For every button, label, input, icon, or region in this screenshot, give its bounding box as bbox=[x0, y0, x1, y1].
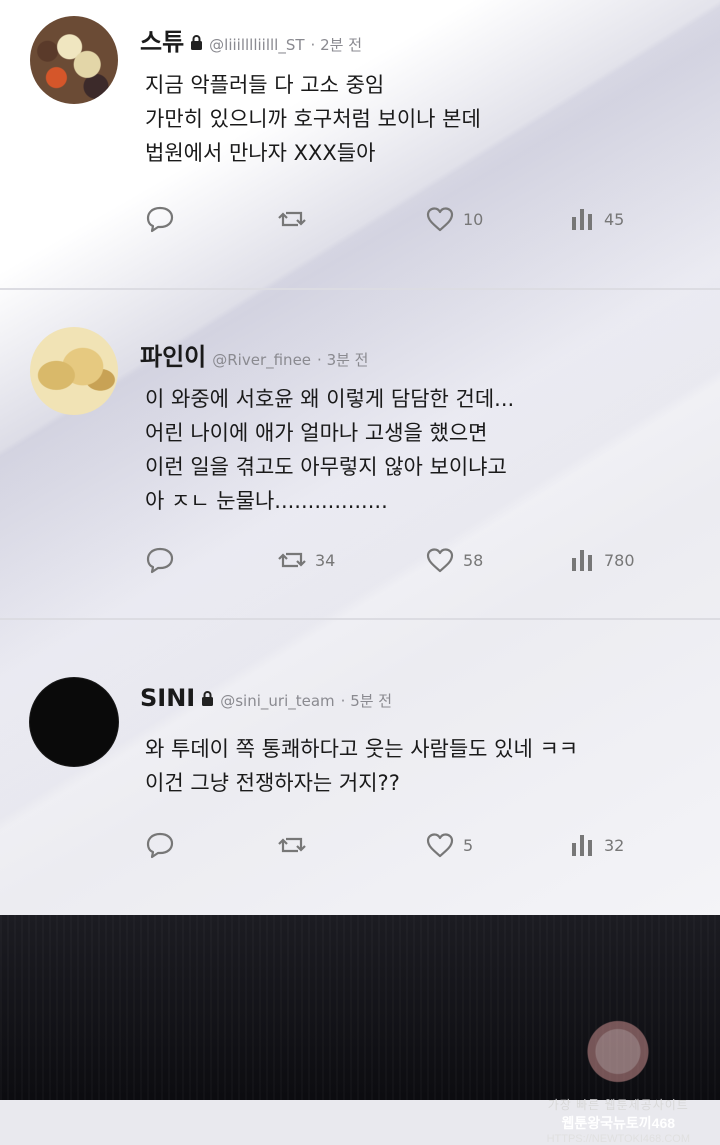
tweet-text: 지금 악플러들 다 고소 중임 가만히 있으니까 호구처럼 보이나 본데 법원에… bbox=[145, 68, 481, 170]
retweet-count: 34 bbox=[315, 550, 336, 570]
retweet-icon bbox=[277, 205, 307, 233]
views-count: 45 bbox=[604, 209, 625, 229]
tweet-header: SINI @sini_uri_team · 5분 전 bbox=[140, 684, 392, 712]
lock-icon bbox=[201, 691, 214, 710]
views-icon bbox=[570, 205, 596, 233]
timestamp: · 2분 전 bbox=[310, 36, 362, 54]
avatar[interactable] bbox=[30, 327, 118, 415]
tweet-3[interactable]: SINI @sini_uri_team · 5분 전 와 투데이 쪽 통쾌하다고… bbox=[0, 620, 720, 915]
timestamp: · 3분 전 bbox=[317, 351, 369, 369]
heart-icon bbox=[425, 546, 455, 574]
views-button[interactable]: 45 bbox=[570, 205, 624, 233]
tweet-header: 파인이 @River_finee · 3분 전 bbox=[140, 337, 368, 372]
retweet-icon bbox=[277, 831, 307, 859]
views-button[interactable]: 32 bbox=[570, 831, 624, 859]
like-button[interactable]: 10 bbox=[425, 205, 483, 233]
watermark-line: 웹툰왕국뉴토끼468 bbox=[561, 1115, 676, 1131]
tweet-1[interactable]: 스튜 @liiilllliilll_ST · 2분 전 지금 악플러들 다 고소… bbox=[0, 0, 720, 288]
mascot-logo bbox=[583, 1020, 654, 1090]
views-icon bbox=[570, 831, 596, 859]
retweet-button[interactable]: 34 bbox=[277, 546, 335, 574]
watermark-url: HTTPS://NEWTOKI468.COM bbox=[546, 1133, 690, 1145]
tweet-line: 가만히 있으니까 호구처럼 보이나 본데 bbox=[145, 107, 481, 131]
tweet-line: 이런 일을 겪고도 아무렇지 않아 보이냐고 bbox=[145, 455, 507, 479]
like-count: 10 bbox=[463, 209, 484, 229]
tweet-line: 법원에서 만나자 XXX들아 bbox=[145, 141, 376, 165]
tweet-line: 지금 악플러들 다 고소 중임 bbox=[145, 73, 385, 97]
display-name[interactable]: SINI bbox=[140, 684, 195, 712]
like-count: 5 bbox=[463, 835, 474, 855]
tweet-line: 와 투데이 쪽 통쾌하다고 웃는 사람들도 있네 ㅋㅋ bbox=[145, 737, 579, 761]
timestamp: · 5분 전 bbox=[340, 692, 393, 710]
reply-button[interactable] bbox=[145, 205, 175, 233]
heart-icon bbox=[425, 205, 455, 233]
like-button[interactable]: 5 bbox=[425, 831, 473, 859]
tweet-text: 이 와중에 서호윤 왜 이렇게 담담한 건데... 어린 나이에 애가 얼마나 … bbox=[145, 382, 514, 518]
tweet-line: 이건 그냥 전쟁하자는 거지?? bbox=[145, 771, 400, 795]
reply-button[interactable] bbox=[145, 831, 175, 859]
avatar[interactable] bbox=[30, 678, 118, 766]
heart-icon bbox=[425, 831, 455, 859]
tweet-line: 어린 나이에 애가 얼마나 고생을 했으면 bbox=[145, 421, 488, 445]
display-name[interactable]: 스튜 bbox=[140, 22, 184, 57]
reply-button[interactable] bbox=[145, 546, 175, 574]
like-count: 58 bbox=[463, 550, 484, 570]
reply-icon bbox=[145, 546, 175, 574]
lock-icon bbox=[190, 35, 203, 54]
tweet-text: 와 투데이 쪽 통쾌하다고 웃는 사람들도 있네 ㅋㅋ 이건 그냥 전쟁하자는 … bbox=[145, 732, 578, 800]
avatar[interactable] bbox=[30, 16, 118, 104]
handle[interactable]: @liiilllliilll_ST bbox=[209, 36, 304, 54]
tweet-line: 아 ㅈㄴ 눈물나................. bbox=[145, 489, 388, 513]
tweet-2[interactable]: 파인이 @River_finee · 3분 전 이 와중에 서호윤 왜 이렇게 … bbox=[0, 290, 720, 618]
retweet-icon bbox=[277, 546, 307, 574]
handle[interactable]: @sini_uri_team bbox=[220, 692, 334, 710]
views-count: 32 bbox=[604, 835, 625, 855]
watermark-line: 가장 빠른 웹툰제공사이트 bbox=[547, 1098, 689, 1112]
reply-icon bbox=[145, 205, 175, 233]
retweet-button[interactable] bbox=[277, 205, 315, 233]
like-button[interactable]: 58 bbox=[425, 546, 483, 574]
tweet-line: 이 와중에 서호윤 왜 이렇게 담담한 건데... bbox=[145, 387, 515, 411]
views-button[interactable]: 780 bbox=[570, 546, 635, 574]
retweet-button[interactable] bbox=[277, 831, 315, 859]
action-bar: 5 32 bbox=[145, 831, 665, 861]
reply-icon bbox=[145, 831, 175, 859]
action-bar: 10 45 bbox=[145, 205, 665, 235]
tweet-header: 스튜 @liiilllliilll_ST · 2분 전 bbox=[140, 22, 362, 57]
action-bar: 34 58 780 bbox=[145, 546, 665, 576]
handle[interactable]: @River_finee bbox=[212, 351, 311, 369]
display-name[interactable]: 파인이 bbox=[140, 337, 206, 372]
watermark: 가장 빠른 웹툰제공사이트 웹툰왕국뉴토끼468 HTTPS://NEWTOKI… bbox=[547, 1020, 690, 1145]
views-icon bbox=[570, 546, 596, 574]
views-count: 780 bbox=[604, 550, 635, 570]
